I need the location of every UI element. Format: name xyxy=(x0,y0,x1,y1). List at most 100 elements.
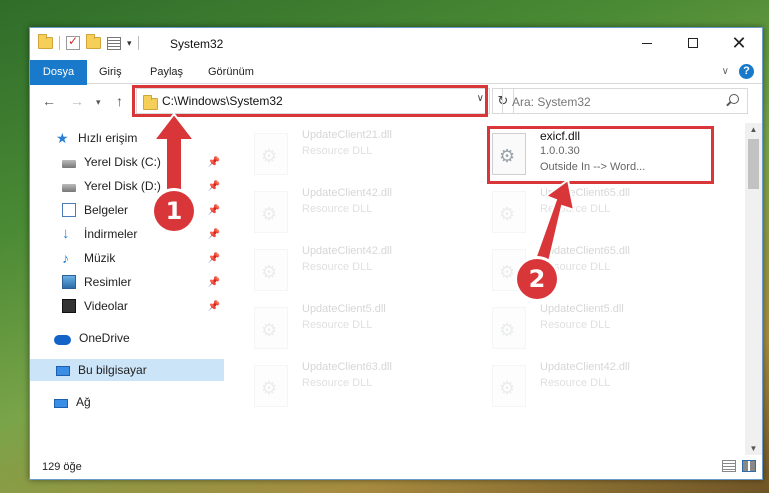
search-icon[interactable] xyxy=(729,94,739,104)
file-item[interactable]: UpdateClient21.dll Resource DLL xyxy=(254,127,464,181)
file-description: Resource DLL xyxy=(302,145,373,157)
folder-icon xyxy=(38,34,53,49)
address-highlight-box xyxy=(132,85,488,117)
file-item[interactable]: UpdateClient42.dll Resource DLL xyxy=(492,359,702,413)
expand-ribbon-icon[interactable]: ∨ xyxy=(722,66,729,77)
view-options-icon[interactable] xyxy=(107,36,121,50)
dll-file-icon xyxy=(254,133,288,175)
file-name: UpdateClient5.dll xyxy=(540,303,624,315)
back-arrow-icon[interactable]: ← xyxy=(42,93,56,109)
sidebar-item-label: Bu bilgisayar xyxy=(78,363,147,377)
close-button[interactable]: ✕ xyxy=(716,28,762,58)
minimize-button[interactable] xyxy=(624,28,670,58)
close-icon: ✕ xyxy=(731,32,747,53)
pin-icon[interactable]: 📌 xyxy=(208,301,220,312)
file-description: Resource DLL xyxy=(302,261,373,273)
ribbon-tabs: Dosya Giriş Paylaş Görünüm ∨ ? xyxy=(30,60,762,114)
file-item[interactable]: UpdateClient5.dll Resource DLL xyxy=(492,301,702,355)
callout-1: 1 xyxy=(154,191,194,231)
scroll-down-icon[interactable]: ▼ xyxy=(745,444,762,453)
sidebar-item-label: Ağ xyxy=(76,395,91,409)
sidebar-item-videos[interactable]: Videolar 📌 xyxy=(30,295,224,317)
quick-access-toolbar: ▾ xyxy=(38,34,139,50)
downloads-icon: ↓ xyxy=(62,225,70,242)
file-name: UpdateClient65.dll xyxy=(540,245,630,257)
sidebar-item-pictures[interactable]: Resimler 📌 xyxy=(30,271,224,293)
sidebar-item-drive-d[interactable]: Yerel Disk (D:) 📌 xyxy=(30,175,224,197)
sidebar-item-this-pc[interactable]: Bu bilgisayar xyxy=(30,359,224,381)
properties-icon[interactable] xyxy=(66,34,80,50)
file-description: Resource DLL xyxy=(540,377,611,389)
dll-file-icon xyxy=(254,191,288,233)
file-item[interactable]: UpdateClient65.dll Resource DLL xyxy=(492,185,702,239)
sidebar-item-network[interactable]: Ağ xyxy=(30,391,224,413)
title-bar: ▾ System32 ✕ xyxy=(30,28,762,60)
window-title: System32 xyxy=(170,37,224,51)
pin-icon[interactable]: 📌 xyxy=(208,157,220,168)
maximize-button[interactable] xyxy=(670,28,716,58)
file-description: Resource DLL xyxy=(302,377,373,389)
sidebar-item-label: OneDrive xyxy=(79,331,130,345)
file-name: UpdateClient63.dll xyxy=(302,361,392,373)
scrollbar-thumb[interactable] xyxy=(748,139,759,189)
star-icon: ★ xyxy=(56,130,69,146)
file-name: UpdateClient42.dll xyxy=(540,361,630,373)
details-view-icon[interactable] xyxy=(722,460,736,472)
explorer-window: ▾ System32 ✕ Dosya Giriş Paylaş Görünüm … xyxy=(29,27,763,480)
tab-view[interactable]: Görünüm xyxy=(196,60,266,84)
pin-icon[interactable]: 📌 xyxy=(208,205,220,216)
file-name: UpdateClient21.dll xyxy=(302,129,392,141)
music-icon: ♪ xyxy=(62,250,69,266)
sidebar-item-label: Resimler xyxy=(84,275,132,289)
this-pc-icon xyxy=(56,365,70,376)
onedrive-icon xyxy=(54,334,71,345)
file-name: UpdateClient65.dll xyxy=(540,187,630,199)
tab-share[interactable]: Paylaş xyxy=(138,60,195,84)
file-description: Resource DLL xyxy=(540,319,611,331)
scroll-up-icon[interactable]: ▲ xyxy=(745,125,762,134)
pin-icon[interactable]: 📌 xyxy=(208,181,220,192)
callout-2: 2 xyxy=(517,259,557,299)
pin-icon[interactable]: 📌 xyxy=(208,229,220,240)
sidebar-item-label: Yerel Disk (D:) xyxy=(84,179,161,193)
search-placeholder: Ara: System32 xyxy=(512,95,591,109)
recent-locations-icon[interactable]: ▾ xyxy=(96,97,101,108)
pin-icon[interactable]: 📌 xyxy=(208,253,220,264)
sidebar-item-drive-c[interactable]: Yerel Disk (C:) 📌 xyxy=(30,151,224,173)
sidebar-item-quick-access[interactable]: ★ Hızlı erişim xyxy=(30,127,224,149)
file-item[interactable]: UpdateClient63.dll Resource DLL xyxy=(254,359,464,413)
customize-toolbar-dropdown-icon[interactable]: ▾ xyxy=(127,38,132,49)
new-folder-icon[interactable] xyxy=(86,34,101,49)
sidebar-item-documents[interactable]: Belgeler 📌 xyxy=(30,199,224,221)
videos-icon xyxy=(62,299,76,313)
toolbar-divider xyxy=(137,36,139,50)
forward-arrow-icon[interactable]: → xyxy=(70,93,84,109)
dll-file-icon xyxy=(254,307,288,349)
file-item[interactable]: UpdateClient42.dll Resource DLL xyxy=(254,185,464,239)
tiles-view-icon[interactable] xyxy=(742,460,756,472)
sidebar-item-music[interactable]: ♪ Müzik 📌 xyxy=(30,247,224,269)
dll-file-icon xyxy=(254,365,288,407)
up-arrow-icon[interactable]: ↑ xyxy=(116,93,123,109)
vertical-scrollbar[interactable]: ▲ ▼ xyxy=(745,123,762,455)
pin-icon[interactable]: 📌 xyxy=(208,277,220,288)
file-description: Resource DLL xyxy=(302,203,373,215)
sidebar-item-label: Müzik xyxy=(84,251,116,265)
sidebar-item-downloads[interactable]: ↓ İndirmeler 📌 xyxy=(30,223,224,245)
sidebar-item-label: Belgeler xyxy=(84,203,129,217)
file-name: UpdateClient42.dll xyxy=(302,187,392,199)
file-item[interactable]: UpdateClient5.dll Resource DLL xyxy=(254,301,464,355)
network-icon xyxy=(54,399,68,408)
file-name: UpdateClient42.dll xyxy=(302,245,392,257)
sidebar-item-label: Yerel Disk (C:) xyxy=(84,155,161,169)
sidebar-item-onedrive[interactable]: OneDrive xyxy=(30,327,224,349)
help-icon[interactable]: ? xyxy=(739,64,754,79)
file-description: Resource DLL xyxy=(540,203,611,215)
status-bar: 129 öğe xyxy=(30,455,762,479)
file-description: Resource DLL xyxy=(302,319,373,331)
file-item[interactable]: UpdateClient42.dll Resource DLL xyxy=(254,243,464,297)
search-input[interactable]: Ara: System32 xyxy=(502,88,748,114)
tab-home[interactable]: Giriş xyxy=(87,60,134,84)
navigation-bar: ← → ▾ ↑ C:\Windows\System32 ∨ ↻ Ara: Sys… xyxy=(30,85,762,117)
maximize-icon xyxy=(688,38,698,48)
